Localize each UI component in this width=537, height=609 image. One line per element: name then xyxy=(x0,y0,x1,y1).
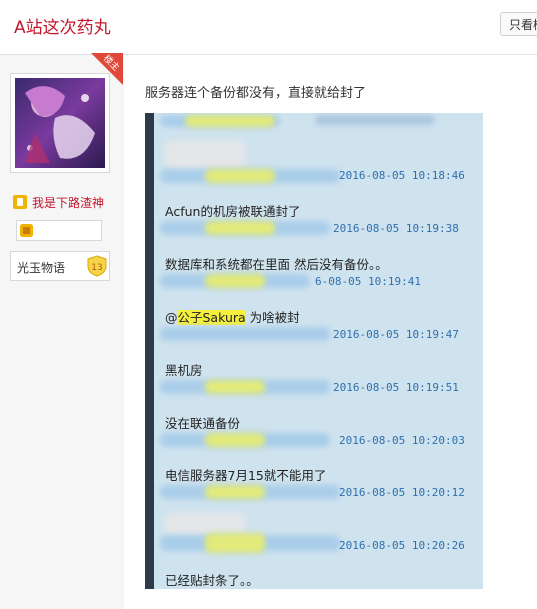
chat-timestamp: 2016-08-05 10:19:51 xyxy=(333,381,459,394)
thread-title[interactable]: A站这次药丸 xyxy=(14,13,111,38)
chat-timestamp: 2016-08-05 10:18:46 xyxy=(339,169,465,182)
post-text: 服务器连个备份都没有，直接就给封了 xyxy=(145,86,367,101)
username[interactable]: 我是下路渣神 xyxy=(32,196,104,210)
chat-timestamp: 2016-08-05 10:20:12 xyxy=(339,486,465,499)
badge-name: 光玉物语 xyxy=(17,261,66,275)
svg-text:13: 13 xyxy=(91,263,102,273)
chat-screenshot: 2016-08-05 10:18:46 Acfun的机房被联通封了 2016-0… xyxy=(145,113,483,589)
only-op-button[interactable]: 只看楼 xyxy=(500,12,537,36)
shield-level-icon: 13 xyxy=(87,255,107,277)
chat-message: 电信服务器7月15就不能用了 xyxy=(165,468,327,483)
avatar[interactable] xyxy=(15,78,105,168)
chat-message: 已经贴封条了。。 xyxy=(165,573,259,588)
level-icon xyxy=(20,224,33,237)
user-icon xyxy=(13,195,27,209)
chat-message: Acfun的机房被联通封了 xyxy=(165,204,301,219)
chat-message: 黑机房 xyxy=(165,363,203,378)
chat-timestamp: 6-08-05 10:19:41 xyxy=(315,275,421,288)
mention-username[interactable]: 公子Sakura xyxy=(177,310,246,325)
chat-timestamp: 2016-08-05 10:19:38 xyxy=(333,222,459,235)
screenshot-edge xyxy=(145,113,154,589)
thread-header: A站这次药丸 只看楼 xyxy=(0,0,537,55)
chat-timestamp: 2016-08-05 10:20:03 xyxy=(339,434,465,447)
level-box[interactable] xyxy=(16,220,102,241)
chat-message-mention: @公子Sakura 为啥被封 xyxy=(165,310,300,325)
avatar-frame[interactable] xyxy=(10,73,110,173)
op-badge: 楼主 xyxy=(91,53,123,85)
forum-badge[interactable]: 光玉物语 13 xyxy=(10,251,110,281)
username-row[interactable]: 我是下路渣神 xyxy=(13,194,104,211)
chat-message: 数据库和系统都在里面 然后没有备份。。 xyxy=(165,257,388,272)
chat-timestamp: 2016-08-05 10:19:47 xyxy=(333,328,459,341)
chat-timestamp: 2016-08-05 10:20:26 xyxy=(339,539,465,552)
chat-message: 没在联通备份 xyxy=(165,416,241,431)
